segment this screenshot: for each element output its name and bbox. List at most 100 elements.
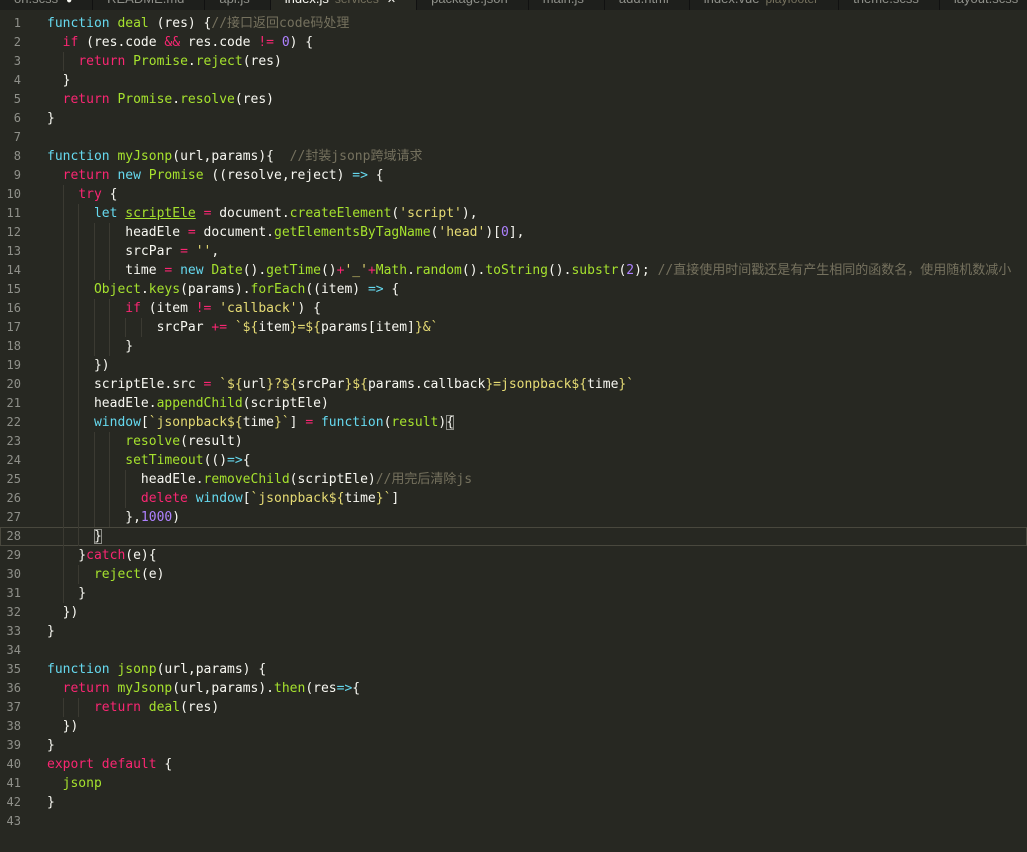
tab-5[interactable]: main.js xyxy=(528,0,605,10)
code-line[interactable]: 37 return deal(res) xyxy=(0,698,1027,717)
code-token: createElement xyxy=(289,206,392,221)
line-number: 22 xyxy=(6,415,21,429)
code-line[interactable]: 31 } xyxy=(0,584,1027,603)
code-line[interactable]: 12 headEle = document.getElementsByTagNa… xyxy=(0,223,1027,242)
tab-9[interactable]: layout.scss xyxy=(939,0,1027,10)
code-line[interactable]: 10 try { xyxy=(0,185,1027,204)
code-text: },1000) xyxy=(47,508,180,527)
line-number: 42 xyxy=(6,795,21,809)
code-line[interactable]: 23 resolve(result) xyxy=(0,432,1027,451)
code-token: Date xyxy=(211,263,243,278)
code-token: }` xyxy=(274,415,290,430)
line-number: 33 xyxy=(6,624,21,638)
line-number: 5 xyxy=(13,92,21,106)
code-editor[interactable]: 1 function deal (res) {//接口返回code码处理 2 if … xyxy=(0,14,1027,852)
code-line[interactable]: 28 } xyxy=(0,527,1027,546)
code-line[interactable]: 27 },1000) xyxy=(0,508,1027,527)
code-token: `${ xyxy=(234,320,259,335)
tab-6[interactable]: add.html xyxy=(604,0,690,10)
code-token: scriptEle.src xyxy=(47,377,204,392)
code-line[interactable]: 19 }) xyxy=(0,356,1027,375)
code-line[interactable]: 34 xyxy=(0,641,1027,660)
code-text: reject(e) xyxy=(47,565,164,584)
code-line[interactable]: 30 reject(e) xyxy=(0,565,1027,584)
code-line[interactable]: 35 function jsonp(url,params) { xyxy=(0,660,1027,679)
code-token: reject xyxy=(93,567,141,582)
code-line[interactable]: 36 return myJsonp(url,params).then(res=>… xyxy=(0,679,1027,698)
code-line[interactable]: 16 if (item != 'callback') { xyxy=(0,299,1027,318)
tab-2[interactable]: api.js xyxy=(205,0,271,10)
code-line[interactable]: 21 headEle.appendChild(scriptEle) xyxy=(0,394,1027,413)
code-token: } xyxy=(47,738,55,753)
code-line[interactable]: 25 headEle.removeChild(scriptEle)//用完后清除… xyxy=(0,470,1027,489)
code-token: Promise xyxy=(133,54,188,69)
code-line[interactable]: 26 delete window[`jsonpback${time}`] xyxy=(0,489,1027,508)
code-line[interactable]: 4 } xyxy=(0,71,1027,90)
code-line[interactable]: 5 return Promise.resolve(res) xyxy=(0,90,1027,109)
code-token: } xyxy=(47,795,55,810)
code-token: (res) xyxy=(180,700,220,715)
code-line[interactable]: 18 } xyxy=(0,337,1027,356)
code-token: { xyxy=(242,453,251,468)
code-line[interactable]: 8 function myJsonp(url,params){ //封装jsonp… xyxy=(0,147,1027,166)
tab-3[interactable]: index.js services ✕ xyxy=(270,0,418,10)
code-text: srcPar += `${item}=${params[item]}&` xyxy=(47,318,439,337)
code-line[interactable]: 9 return new Promise ((resolve,reject) =… xyxy=(0,166,1027,185)
close-icon[interactable]: ✕ xyxy=(387,0,396,6)
code-line[interactable]: 2 if (res.code && res.code != 0) { xyxy=(0,33,1027,52)
code-line[interactable]: 17 srcPar += `${item}=${params[item]}&` xyxy=(0,318,1027,337)
code-token: 1000 xyxy=(140,510,173,525)
code-token: }` xyxy=(375,491,392,506)
code-line[interactable]: 20 scriptEle.src = `${url}?${srcPar}${pa… xyxy=(0,375,1027,394)
code-token: resolve xyxy=(180,92,235,107)
code-token: function xyxy=(47,662,110,677)
code-token: 0 xyxy=(281,35,290,50)
code-line[interactable]: 32 }) xyxy=(0,603,1027,622)
code-line[interactable]: 22 window[`jsonpback${time}`] = function… xyxy=(0,413,1027,432)
code-line[interactable]: 33} xyxy=(0,622,1027,641)
code-token: (() xyxy=(203,453,228,468)
code-token: (res.code xyxy=(78,35,165,50)
code-line[interactable]: 43 xyxy=(0,812,1027,831)
tab-1[interactable]: README.md xyxy=(93,0,206,10)
code-line[interactable]: 41 jsonp xyxy=(0,774,1027,793)
code-token: forEach xyxy=(250,282,306,297)
code-token: time xyxy=(344,491,376,506)
code-line[interactable]: 15 Object.keys(params).forEach((item) =>… xyxy=(0,280,1027,299)
line-number: 38 xyxy=(6,719,21,733)
code-line[interactable]: 7 xyxy=(0,128,1027,147)
code-line[interactable]: 24 setTimeout(()=>{ xyxy=(0,451,1027,470)
tab-0[interactable]: on.scss ● xyxy=(0,0,94,10)
code-token: delete xyxy=(140,491,188,506)
code-line[interactable]: 39} xyxy=(0,736,1027,755)
line-number: 28 xyxy=(6,529,21,543)
tab-4[interactable]: package.json xyxy=(417,0,529,10)
code-line[interactable]: 14 time = new Date().getTime()+'_'+Math.… xyxy=(0,261,1027,280)
code-line[interactable]: 42} xyxy=(0,793,1027,812)
code-text: try { xyxy=(47,185,117,204)
code-token: ), xyxy=(461,206,478,221)
code-line[interactable]: 29 }catch(e){ xyxy=(0,546,1027,565)
code-line[interactable]: 40 export default { xyxy=(0,755,1027,774)
code-line[interactable]: 13 srcPar = '', xyxy=(0,242,1027,261)
code-text: }) xyxy=(47,717,79,736)
unsaved-dot-icon[interactable]: ● xyxy=(66,0,72,6)
code-line[interactable]: 6} xyxy=(0,109,1027,128)
code-token: 'callback' xyxy=(219,301,298,316)
line-number: 43 xyxy=(6,814,21,828)
code-text: } xyxy=(47,109,55,128)
code-token: `jsonpback${ xyxy=(148,415,243,430)
code-line[interactable]: 1 function deal (res) {//接口返回code码处理 xyxy=(0,14,1027,33)
code-token: params.callback xyxy=(367,377,486,392)
tab-8[interactable]: theme.scss xyxy=(839,0,940,10)
code-token: catch xyxy=(86,548,126,563)
code-line[interactable]: 3 return Promise.reject(res) xyxy=(0,52,1027,71)
tab-7[interactable]: index.vue playfooter xyxy=(689,0,840,10)
code-line[interactable]: 38 }) xyxy=(0,717,1027,736)
code-line[interactable]: 11 let scriptEle = document.createElemen… xyxy=(0,204,1027,223)
